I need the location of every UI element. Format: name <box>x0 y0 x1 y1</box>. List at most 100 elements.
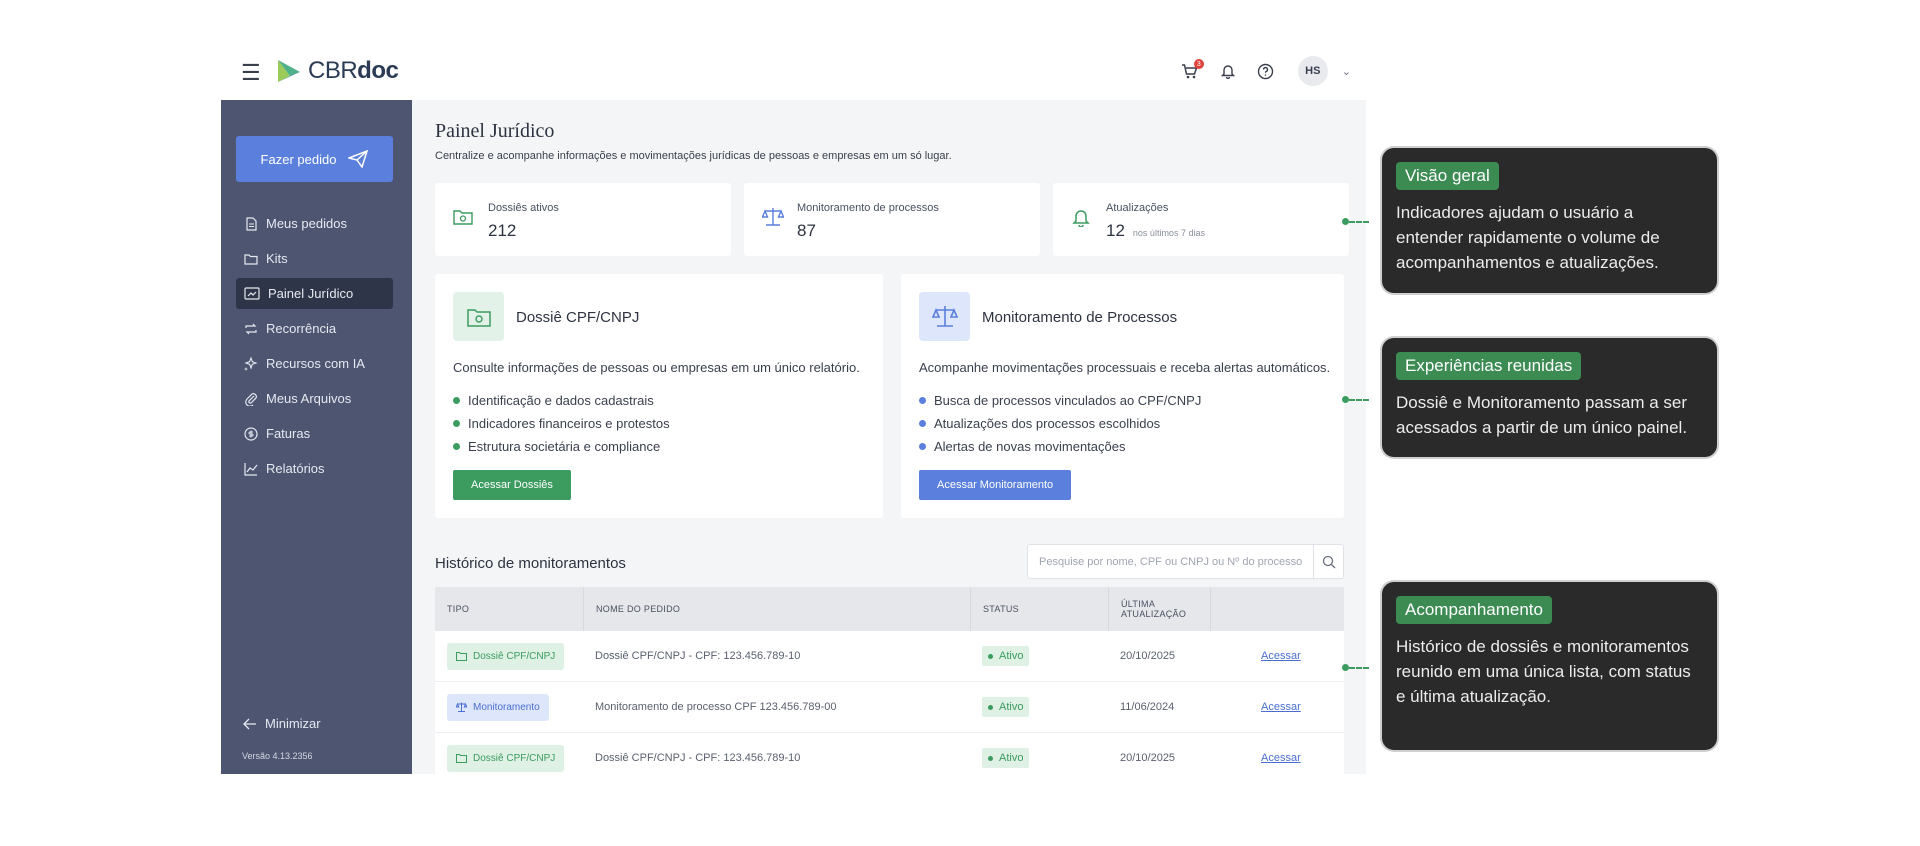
scales-icon <box>762 208 784 226</box>
annotation-body: Histórico de dossiês e monitoramentos re… <box>1396 637 1691 706</box>
sidebar-item-label: Recursos com IA <box>266 356 365 371</box>
folder-eye-icon <box>466 308 491 327</box>
table-row[interactable]: Dossiê CPF/CNPJ Dossiê CPF/CNPJ - CPF: 1… <box>435 631 1344 682</box>
chevron-down-icon[interactable]: ⌄ <box>1342 65 1351 78</box>
stat-extra: nos últimos 7 dias <box>1132 228 1205 238</box>
search-button[interactable] <box>1313 545 1343 578</box>
avatar[interactable]: HS <box>1297 56 1328 86</box>
sparkle-icon <box>244 356 258 371</box>
version-text: Versão 4.13.2356 <box>242 751 313 761</box>
menu-icon[interactable]: ☰ <box>241 62 261 84</box>
stat-value: 212 <box>488 221 517 240</box>
stat-label: Atualizações <box>1106 202 1169 214</box>
col-header-tipo[interactable]: TIPO <box>435 604 583 614</box>
folder-eye-icon <box>453 210 473 225</box>
list-item: Atualizações dos processos escolhidos <box>919 412 1201 435</box>
cell-status: Ativo <box>970 748 1108 768</box>
paperclip-icon <box>245 392 257 406</box>
cell-data: 20/10/2025 <box>1120 752 1176 764</box>
cell-acao: Acessar <box>1246 701 1344 713</box>
sidebar-item-label: Faturas <box>266 426 311 441</box>
sidebar-item-relatorios[interactable]: Relatórios <box>236 453 393 484</box>
scales-icon <box>456 702 467 712</box>
annotation-heading: Experiências reunidas <box>1396 352 1582 380</box>
cell-tipo: Monitoramento <box>435 693 583 721</box>
table-row[interactable]: Monitoramento Monitoramento de processo … <box>435 682 1344 733</box>
arrow-left-icon <box>243 718 256 729</box>
history-table: TIPO NOME DO PEDIDO STATUS ÚLTIMA ATUALI… <box>435 587 1344 774</box>
minimize-button[interactable]: Minimizar <box>243 716 321 731</box>
bullet-dot <box>919 443 926 450</box>
access-link[interactable]: Acessar <box>1261 752 1301 764</box>
sidebar-item-recursos-ia[interactable]: Recursos com IA <box>236 348 393 379</box>
annotation-body: Indicadores ajudam o usuário a entender … <box>1396 203 1660 272</box>
col-header-status[interactable]: STATUS <box>970 587 1108 631</box>
cell-acao: Acessar <box>1246 752 1344 764</box>
bullet-dot <box>919 420 926 427</box>
card-monitoramento: Monitoramento de Processos Acompanhe mov… <box>901 274 1344 518</box>
connector-line <box>1349 667 1369 669</box>
access-link[interactable]: Acessar <box>1261 701 1301 713</box>
folder-icon <box>456 754 467 763</box>
status-dot <box>988 755 993 761</box>
annotation-heading: Visão geral <box>1396 162 1499 190</box>
bullet-dot <box>453 420 460 427</box>
sidebar-item-faturas[interactable]: Faturas <box>236 418 393 449</box>
annotation-heading: Acompanhamento <box>1396 596 1552 624</box>
sidebar-item-label: Meus Arquivos <box>266 391 352 406</box>
cell-data: 11/06/2024 <box>1120 701 1175 713</box>
annotation-acompanhamento: Acompanhamento Histórico de dossiês e mo… <box>1382 582 1717 750</box>
help-button[interactable] <box>1254 59 1278 83</box>
bullet-dot <box>453 397 460 404</box>
notifications-button[interactable] <box>1216 59 1240 83</box>
type-tag: Monitoramento <box>447 693 549 721</box>
minimize-label: Minimizar <box>265 716 321 731</box>
sidebar-item-recorrencia[interactable]: Recorrência <box>236 313 393 344</box>
access-monitoramento-button[interactable]: Acessar Monitoramento <box>919 470 1072 500</box>
cell-nome: Dossiê CPF/CNPJ - CPF: 123.456.789-10 <box>595 752 801 764</box>
card-bullets: Identificação e dados cadastrais Indicad… <box>453 389 670 458</box>
logo-text: CBRdoc <box>308 57 399 84</box>
cell-acao: Acessar <box>1246 650 1344 662</box>
card-description: Acompanhe movimentações processuais e re… <box>919 360 1331 375</box>
type-tag: Dossiê CPF/CNPJ <box>447 642 565 670</box>
card-bullets: Busca de processos vinculados ao CPF/CNP… <box>919 389 1201 458</box>
annotation-experiencias: Experiências reunidas Dossiê e Monitoram… <box>1382 338 1717 457</box>
list-item: Alertas de novas movimentações <box>919 435 1201 458</box>
col-header-atualizacao[interactable]: ÚLTIMA ATUALIZAÇÃO <box>1108 587 1210 631</box>
sidebar-item-painel-juridico[interactable]: Painel Jurídico <box>236 278 393 309</box>
cell-status: Ativo <box>970 646 1108 666</box>
col-header-nome[interactable]: NOME DO PEDIDO <box>583 587 970 631</box>
access-dossies-button[interactable]: Acessar Dossiês <box>453 470 571 500</box>
table-row[interactable]: Dossiê CPF/CNPJ Dossiê CPF/CNPJ - CPF: 1… <box>435 733 1344 774</box>
main-content: Painel Jurídico Centralize e acompanhe i… <box>412 100 1366 774</box>
logo-mark-icon <box>278 60 300 82</box>
connector-line <box>1349 221 1369 223</box>
table-header: TIPO NOME DO PEDIDO STATUS ÚLTIMA ATUALI… <box>435 587 1344 631</box>
connector-dot <box>1342 396 1349 403</box>
annotation-visao-geral: Visão geral Indicadores ajudam o usuário… <box>1382 148 1717 293</box>
access-link[interactable]: Acessar <box>1261 650 1301 662</box>
connector-dot <box>1342 664 1349 671</box>
scales-icon <box>931 305 958 327</box>
order-button[interactable]: Fazer pedido <box>236 136 393 182</box>
folder-icon <box>244 253 258 265</box>
status-badge: Ativo <box>982 697 1030 717</box>
folder-icon <box>456 652 467 661</box>
stat-card-dossies: Dossiês ativos 212 <box>435 183 731 256</box>
repeat-icon <box>245 323 257 334</box>
sidebar-item-meus-arquivos[interactable]: Meus Arquivos <box>236 383 393 414</box>
cell-nome: Monitoramento de processo CPF 123.456.78… <box>595 701 837 713</box>
logo[interactable]: CBRdoc <box>276 57 399 85</box>
search-input[interactable] <box>1028 545 1313 578</box>
bell-icon <box>1220 65 1235 79</box>
order-button-label: Fazer pedido <box>260 151 337 167</box>
cell-data: 20/10/2025 <box>1120 650 1176 662</box>
sidebar-item-kits[interactable]: Kits <box>236 243 393 274</box>
help-icon <box>1258 63 1274 79</box>
sidebar-item-label: Painel Jurídico <box>268 286 354 301</box>
stat-value: 87 <box>797 221 816 240</box>
cart-button[interactable]: 3 <box>1178 59 1204 83</box>
sidebar-item-label: Relatórios <box>266 461 325 476</box>
sidebar-item-meus-pedidos[interactable]: Meus pedidos <box>236 208 393 239</box>
